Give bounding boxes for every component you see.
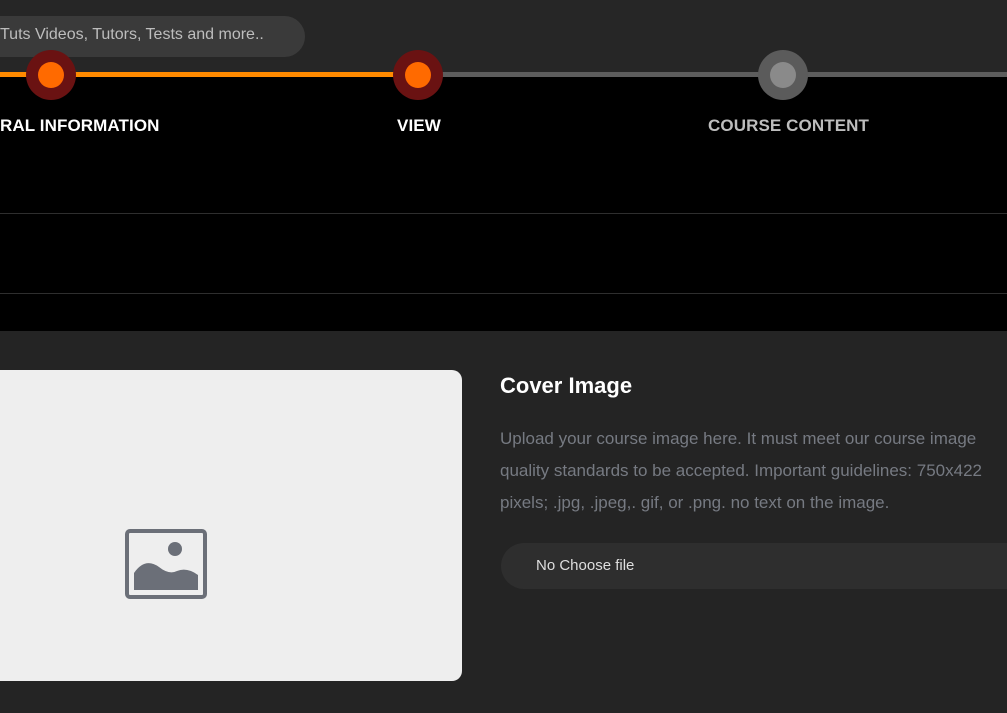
stepper-track-pending	[420, 72, 1007, 77]
file-chooser[interactable]: No Choose file	[501, 543, 1007, 589]
step-2-dot-inner	[405, 62, 431, 88]
step-3-label[interactable]: COURSE CONTENT	[708, 116, 869, 136]
step-2-label[interactable]: VIEW	[397, 116, 441, 136]
step-1-dot-inner	[38, 62, 64, 88]
cover-image-title: Cover Image	[500, 373, 633, 398]
step-1-label[interactable]: RAL INFORMATION	[0, 116, 160, 136]
cover-image-preview[interactable]	[0, 370, 462, 681]
section-divider-bottom	[0, 293, 1007, 294]
file-chooser-label[interactable]: No Choose file	[536, 557, 634, 574]
cover-image-panel: Cover Image Upload your course image her…	[0, 331, 1007, 713]
image-placeholder-icon	[125, 529, 207, 599]
step-2-dot[interactable]	[393, 50, 443, 100]
step-3-dot[interactable]	[758, 50, 808, 100]
section-divider-top	[0, 213, 1007, 214]
step-1-dot[interactable]	[26, 50, 76, 100]
cover-image-description: Upload your course image here. It must m…	[500, 429, 982, 512]
progress-stepper: RAL INFORMATION VIEW COURSE CONTENT	[0, 0, 1007, 180]
step-3-dot-inner	[770, 62, 796, 88]
